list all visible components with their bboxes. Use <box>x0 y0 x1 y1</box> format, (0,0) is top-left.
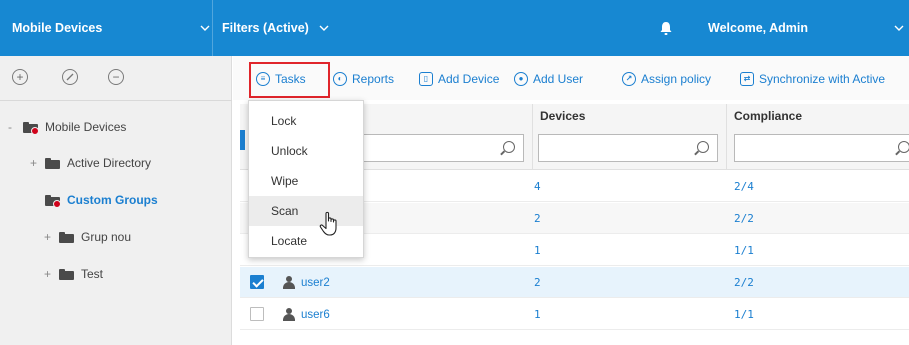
devices-cell[interactable]: 2 <box>534 267 541 298</box>
add-device-label: Add Device <box>438 72 500 86</box>
add-icon[interactable]: + <box>12 69 28 85</box>
notifications-button[interactable] <box>656 0 676 56</box>
reports-button[interactable]: ◐ Reports <box>333 70 394 88</box>
expand-toggle[interactable]: + <box>44 267 56 281</box>
folder-icon <box>59 268 74 280</box>
compliance-cell[interactable]: 1/1 <box>734 299 754 330</box>
filters-label: Filters (Active) <box>222 21 309 35</box>
tree-item-active-directory[interactable]: + Active Directory <box>30 153 151 173</box>
filters-selector[interactable]: Filters (Active) <box>222 0 329 56</box>
compliance-cell[interactable]: 2/4 <box>734 171 754 202</box>
toolbar: ≡ Tasks ◐ Reports ▯ Add Device ● Add Use… <box>233 56 909 100</box>
chevron-down-icon <box>200 25 210 31</box>
tree-item-grup-nou[interactable]: + Grup nou <box>44 227 131 247</box>
folder-alert-icon <box>23 121 39 135</box>
add-user-button[interactable]: ● Add User <box>514 70 583 88</box>
hand-cursor-icon <box>319 211 337 236</box>
name-filter-input[interactable] <box>350 134 524 162</box>
tree-item-label: Active Directory <box>67 156 152 170</box>
section-selector[interactable]: Mobile Devices <box>12 0 212 56</box>
compliance-cell[interactable]: 2/2 <box>734 267 754 298</box>
tree-item-label: Custom Groups <box>67 193 158 207</box>
sidebar: + − - Mobile Devices + Active Directory … <box>0 56 232 345</box>
devices-cell[interactable]: 1 <box>534 299 541 330</box>
menu-item-wipe[interactable]: Wipe <box>249 166 363 196</box>
assign-policy-button[interactable]: ↗ Assign policy <box>622 70 711 88</box>
devices-cell[interactable]: 4 <box>534 171 541 202</box>
chevron-down-icon <box>319 25 329 31</box>
add-user-label: Add User <box>533 72 584 86</box>
add-device-button[interactable]: ▯ Add Device <box>419 70 499 88</box>
column-header-devices[interactable]: Devices <box>534 104 726 128</box>
menu-item-unlock[interactable]: Unlock <box>249 136 363 166</box>
user-icon <box>282 276 296 289</box>
compliance-cell[interactable]: 2/2 <box>734 203 754 234</box>
tasks-menu: Lock Unlock Wipe Scan Locate <box>248 100 364 258</box>
tree-item-test[interactable]: + Test <box>44 264 103 284</box>
reports-label: Reports <box>352 72 395 86</box>
row-checkbox[interactable] <box>250 275 264 289</box>
bell-icon <box>660 21 672 35</box>
folder-icon <box>59 231 74 243</box>
compliance-filter-input[interactable] <box>734 134 909 162</box>
collapse-toggle[interactable]: - <box>8 120 20 134</box>
column-label: Compliance <box>734 109 803 123</box>
divider <box>0 100 232 101</box>
column-divider <box>726 104 727 170</box>
menu-item-scan[interactable]: Scan <box>249 196 363 226</box>
tasks-highlight <box>249 62 330 98</box>
synchronize-label: Synchronize with Active <box>759 72 886 86</box>
user-name-link[interactable]: user6 <box>301 309 330 321</box>
table-row[interactable]: user6 1 1/1 <box>240 299 909 330</box>
menu-item-locate[interactable]: Locate <box>249 226 363 256</box>
devices-cell[interactable]: 1 <box>534 235 541 266</box>
edit-icon[interactable] <box>62 69 78 85</box>
synchronize-button[interactable]: ⇄ Synchronize with Active <box>740 70 885 88</box>
pencil-icon <box>66 73 74 81</box>
section-label: Mobile Devices <box>12 21 103 35</box>
name-cell[interactable]: user6 <box>282 299 330 330</box>
expand-toggle[interactable]: + <box>30 156 42 170</box>
folder-alert-icon <box>45 194 61 208</box>
select-all-indicator[interactable] <box>240 130 245 150</box>
policy-icon: ↗ <box>622 72 636 86</box>
search-icon <box>898 141 909 153</box>
row-checkbox[interactable] <box>250 307 264 321</box>
column-divider <box>532 104 533 170</box>
welcome-label: Welcome, Admin <box>708 21 809 35</box>
user-menu[interactable]: Welcome, Admin <box>708 0 904 56</box>
reports-icon: ◐ <box>333 72 347 86</box>
column-label: Devices <box>540 109 586 123</box>
compliance-cell[interactable]: 1/1 <box>734 235 754 266</box>
table-row[interactable]: user2 2 2/2 <box>240 267 909 298</box>
user-icon <box>282 308 296 321</box>
tree-item-label: Mobile Devices <box>45 120 127 134</box>
tree-item-custom-groups[interactable]: Custom Groups <box>30 190 158 210</box>
tree-item-label: Grup nou <box>81 230 132 244</box>
name-cell[interactable]: user2 <box>282 267 330 298</box>
tree-actions: + − <box>0 56 232 100</box>
top-bar: Mobile Devices Filters (Active) Welcome,… <box>0 0 909 56</box>
sync-icon: ⇄ <box>740 72 754 86</box>
user-name-link[interactable]: user2 <box>301 277 330 289</box>
expand-toggle[interactable]: + <box>44 230 56 244</box>
column-header-compliance[interactable]: Compliance <box>728 104 909 128</box>
divider <box>212 0 213 56</box>
chevron-down-icon <box>894 25 904 31</box>
tree-item-mobile-devices[interactable]: - Mobile Devices <box>8 117 126 137</box>
device-icon: ▯ <box>419 72 433 86</box>
user-icon: ● <box>514 72 528 86</box>
tree-item-label: Test <box>81 267 104 281</box>
devices-cell[interactable]: 2 <box>534 203 541 234</box>
folder-icon <box>45 157 60 169</box>
devices-filter-input[interactable] <box>538 134 718 162</box>
remove-icon[interactable]: − <box>108 69 124 85</box>
search-icon <box>697 141 709 153</box>
search-icon <box>503 141 515 153</box>
menu-item-lock[interactable]: Lock <box>249 106 363 136</box>
assign-policy-label: Assign policy <box>641 72 712 86</box>
